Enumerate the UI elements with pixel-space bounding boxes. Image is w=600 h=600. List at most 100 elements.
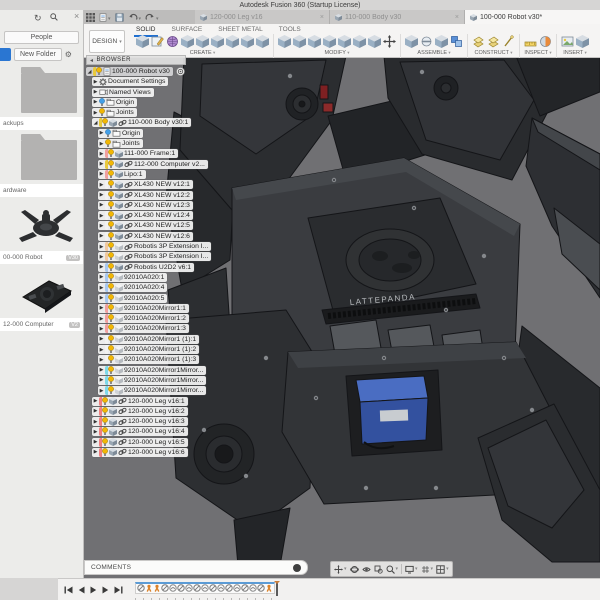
browser-row[interactable]: ▶ 120-000 Leg v16:2 xyxy=(92,406,276,416)
chamfer-tool-icon[interactable] xyxy=(308,35,321,48)
timeline-motion-icon[interactable] xyxy=(217,584,225,592)
visibility-bulb-icon[interactable] xyxy=(108,314,114,323)
insert-image-tool-icon[interactable] xyxy=(561,35,574,48)
browser-row[interactable]: ▶ 120-000 Leg v16:1 xyxy=(92,396,276,406)
expand-arrow-icon[interactable]: ▶ xyxy=(92,419,99,425)
browser-row[interactable]: ▶ Robotis U2D2 v6:1 xyxy=(98,262,276,272)
visibility-bulb-icon[interactable] xyxy=(102,427,108,436)
step-forward-button[interactable] xyxy=(102,586,109,594)
timeline-feature-icon[interactable] xyxy=(257,584,265,592)
browser-row[interactable]: ▶ 92010A020Mirror1:2 xyxy=(98,314,276,324)
browser-row[interactable]: ▶ Named Views xyxy=(92,87,276,97)
data-panel-item[interactable]: 00-000 Robot V30 xyxy=(0,203,83,264)
expand-arrow-icon[interactable]: ▶ xyxy=(92,110,99,116)
timeline-feature-icon[interactable] xyxy=(137,584,145,592)
collapse-arrow-icon[interactable]: ◢ xyxy=(86,69,93,75)
timeline-motion-icon[interactable] xyxy=(169,584,177,592)
visibility-bulb-icon[interactable] xyxy=(108,252,114,261)
visibility-bulb-icon[interactable] xyxy=(108,242,114,251)
visibility-bulb-icon[interactable] xyxy=(108,262,114,272)
expand-arrow-icon[interactable]: ▶ xyxy=(98,151,105,157)
press-pull-tool-icon[interactable] xyxy=(278,35,291,48)
expand-arrow-icon[interactable]: ▶ xyxy=(98,202,105,208)
expand-arrow-icon[interactable]: ▶ xyxy=(92,439,99,445)
go-to-start-button[interactable] xyxy=(64,586,73,594)
browser-row[interactable]: ▶ 120-000 Leg v16:4 xyxy=(92,427,276,437)
measure-tool-icon[interactable] xyxy=(524,35,537,48)
ribbon-group-label[interactable]: INSERT xyxy=(563,50,587,56)
browser-row[interactable]: ▶ Robotis 3P Extension I... xyxy=(98,252,276,262)
timeline-feature-icon[interactable] xyxy=(193,584,201,592)
upload-button[interactable] xyxy=(0,48,11,61)
activate-component-radio[interactable] xyxy=(176,63,185,81)
browser-row[interactable]: ▶ Joints xyxy=(92,108,276,118)
timeline-joint-icon[interactable] xyxy=(265,584,273,592)
visibility-bulb-icon[interactable] xyxy=(108,201,114,210)
expand-arrow-icon[interactable]: ▶ xyxy=(92,79,99,85)
browser-row[interactable]: ◢ 110-000 Body v30:1 xyxy=(92,118,276,128)
expand-arrow-icon[interactable]: ▶ xyxy=(98,295,105,301)
expand-arrow-icon[interactable]: ▶ xyxy=(98,274,105,280)
orbit-icon[interactable] xyxy=(349,565,359,574)
expand-arrow-icon[interactable]: ▶ xyxy=(98,377,105,383)
visibility-bulb-icon[interactable] xyxy=(108,149,114,158)
draft-tool-icon[interactable] xyxy=(338,35,351,48)
timeline-feature-icon[interactable] xyxy=(177,584,185,592)
timeline-motion-icon[interactable] xyxy=(249,584,257,592)
browser-row[interactable]: ▶ Origin xyxy=(98,128,276,138)
browser-row[interactable]: ▶ Lipo:1 xyxy=(98,169,276,179)
visibility-bulb-icon[interactable] xyxy=(102,406,108,416)
visibility-bulb-icon[interactable] xyxy=(108,386,114,395)
axis-tool-icon[interactable] xyxy=(502,35,515,48)
redo-icon[interactable] xyxy=(145,13,159,22)
expand-arrow-icon[interactable]: ▶ xyxy=(98,285,105,291)
visibility-bulb-icon[interactable] xyxy=(105,139,111,148)
visibility-bulb-icon[interactable] xyxy=(108,221,114,230)
expand-arrow-icon[interactable]: ▶ xyxy=(98,264,105,270)
visibility-bulb-icon[interactable] xyxy=(102,437,108,447)
expand-arrow-icon[interactable]: ▶ xyxy=(98,223,105,229)
browser-row[interactable]: ▶ 92010A020Mirror1 (1):2 xyxy=(98,345,276,355)
expand-arrow-icon[interactable]: ▶ xyxy=(92,99,99,105)
expand-arrow-icon[interactable]: ▶ xyxy=(98,171,105,177)
visibility-bulb-icon[interactable] xyxy=(108,170,114,179)
play-button[interactable] xyxy=(90,586,97,594)
refresh-icon[interactable]: ↻ xyxy=(34,13,42,24)
visibility-bulb-icon[interactable] xyxy=(108,376,114,385)
combine-tool-icon[interactable] xyxy=(368,35,381,48)
step-back-button[interactable] xyxy=(78,586,85,594)
grid-snaps-icon[interactable]: ▾ xyxy=(421,565,433,574)
visibility-bulb-icon[interactable] xyxy=(108,355,114,364)
people-button[interactable]: People xyxy=(4,31,79,44)
document-tab[interactable]: 120-000 Leg v16 × xyxy=(195,10,330,24)
expand-arrow-icon[interactable]: ▶ xyxy=(92,398,99,404)
visibility-bulb-icon[interactable] xyxy=(99,108,105,117)
expand-arrow-icon[interactable]: ▶ xyxy=(98,347,105,353)
timeline-feature-icon[interactable] xyxy=(241,584,249,592)
search-icon[interactable] xyxy=(50,13,58,23)
visibility-bulb-icon[interactable] xyxy=(108,283,114,292)
browser-row[interactable]: ▶ XL430 NEW v12:5 xyxy=(98,221,276,231)
ribbon-group-label[interactable]: INSPECT xyxy=(524,50,551,56)
browser-row[interactable]: ▶ 112-000 Computer v2... xyxy=(98,159,276,169)
file-new-icon[interactable] xyxy=(99,12,111,22)
pan-icon[interactable]: ▾ xyxy=(334,564,347,574)
expand-arrow-icon[interactable]: ▶ xyxy=(92,408,99,414)
timeline-motion-icon[interactable] xyxy=(233,584,241,592)
new-component-tool-icon[interactable] xyxy=(405,35,418,48)
document-tab[interactable]: 110-000 Body v30 × xyxy=(330,10,465,24)
expand-arrow-icon[interactable]: ▶ xyxy=(98,326,105,332)
visibility-bulb-icon[interactable] xyxy=(108,231,114,241)
move-tool-icon[interactable] xyxy=(383,35,396,48)
sweep-tool-icon[interactable] xyxy=(211,35,224,48)
visibility-bulb-icon[interactable] xyxy=(108,334,114,344)
ribbon-group-label[interactable]: MODIFY xyxy=(325,50,350,56)
zoom-window-icon[interactable] xyxy=(374,565,383,574)
expand-arrow-icon[interactable]: ▶ xyxy=(98,367,105,373)
timeline-feature-icon[interactable] xyxy=(209,584,217,592)
visibility-bulb-icon[interactable] xyxy=(105,128,111,138)
browser-row[interactable]: ▶ 92010A020Mirror1Mirror... xyxy=(98,365,276,375)
expand-arrow-icon[interactable]: ▶ xyxy=(98,192,105,198)
section-analysis-tool-icon[interactable] xyxy=(539,35,552,48)
visibility-bulb-icon[interactable] xyxy=(108,324,114,333)
